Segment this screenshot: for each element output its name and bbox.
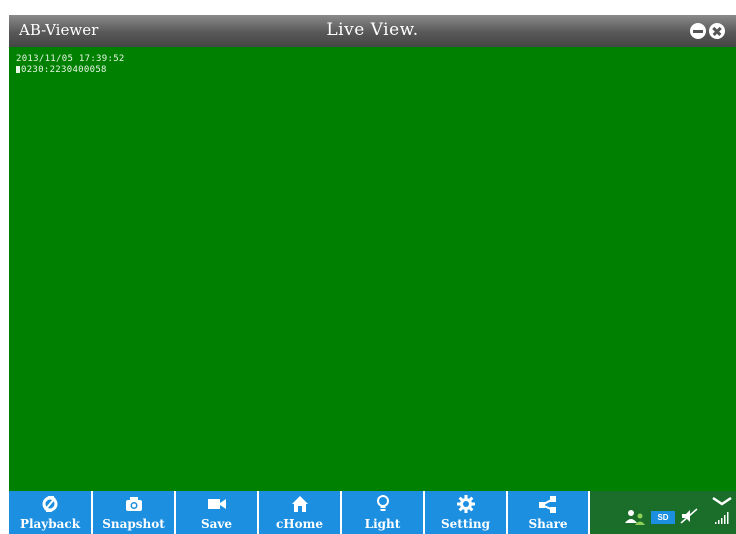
video-camera-icon (176, 495, 257, 513)
lightbulb-icon (342, 495, 423, 513)
share-icon (508, 495, 588, 513)
share-label: Share (528, 517, 568, 531)
snapshot-label: Snapshot (102, 517, 165, 531)
title-bar: AB-Viewer Live View. (9, 15, 736, 47)
bottom-toolbar: Playback Snapshot Save cHome Light Setti… (9, 491, 736, 534)
playback-label: Playback (19, 517, 81, 531)
view-title: Live View. (326, 20, 419, 40)
sd-card-badge: SD (651, 511, 675, 524)
home-icon (259, 495, 340, 513)
speaker-muted-icon[interactable] (680, 508, 698, 529)
minimize-icon[interactable] (690, 23, 706, 39)
save-button[interactable]: Save (176, 491, 257, 534)
live-video-feed[interactable]: 2013/11/05 17:39:52 0230:2230400058 (9, 47, 736, 491)
chevron-down-icon[interactable] (711, 493, 733, 511)
share-button[interactable]: Share (508, 491, 588, 534)
light-label: Light (364, 517, 401, 531)
camera-icon (93, 495, 174, 513)
users-icon[interactable] (624, 509, 646, 530)
home-label: cHome (276, 517, 323, 531)
signal-bars-icon (715, 511, 729, 530)
app-window: AB-Viewer Live View. 2013/11/05 17:39:52… (9, 15, 736, 534)
status-area: SD (590, 491, 736, 534)
setting-label: Setting (440, 517, 491, 531)
playback-button[interactable]: Playback (9, 491, 91, 534)
gear-icon (425, 495, 506, 513)
osd-camera-id: 0230:2230400058 (16, 65, 107, 75)
save-label: Save (200, 517, 233, 531)
setting-button[interactable]: Setting (425, 491, 506, 534)
home-button[interactable]: cHome (259, 491, 340, 534)
osd-timestamp: 2013/11/05 17:39:52 (16, 54, 125, 64)
light-button[interactable]: Light (342, 491, 423, 534)
sync-icon (9, 495, 91, 513)
close-icon[interactable] (709, 23, 725, 39)
snapshot-button[interactable]: Snapshot (93, 491, 174, 534)
